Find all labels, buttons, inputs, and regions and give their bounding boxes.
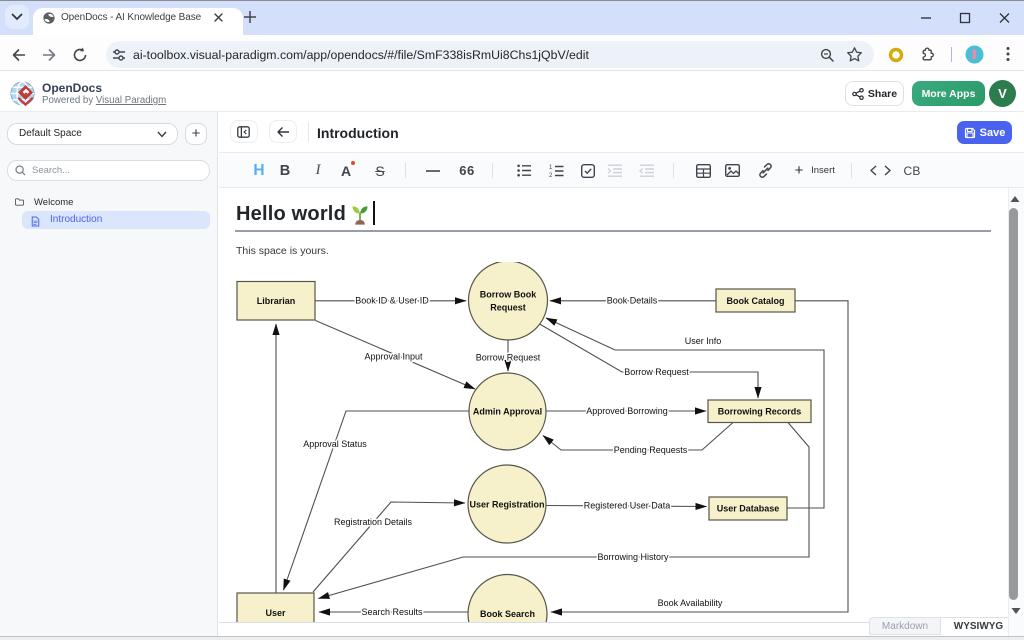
- svg-text:Librarian: Librarian: [257, 296, 296, 306]
- svg-text:User Database: User Database: [717, 504, 780, 514]
- svg-text:Borrowing Records: Borrowing Records: [718, 407, 802, 417]
- svg-text:2: 2: [549, 173, 553, 178]
- svg-text:Registered User Data: Registered User Data: [584, 501, 671, 511]
- svg-text:Book Availability: Book Availability: [658, 598, 723, 608]
- svg-text:Borrow Request: Borrow Request: [624, 367, 689, 377]
- svg-text:Approval Status: Approval Status: [303, 439, 367, 449]
- svg-text:Approved Borrowing: Approved Borrowing: [586, 406, 668, 416]
- svg-text:Book Search: Book Search: [480, 609, 535, 619]
- svg-text:Registration Details: Registration Details: [334, 517, 413, 527]
- svg-text:Borrow Book: Borrow Book: [480, 290, 537, 300]
- svg-text:Approval Input: Approval Input: [364, 352, 423, 362]
- svg-text:Borrow Request: Borrow Request: [476, 353, 541, 363]
- svg-text:Admin Approval: Admin Approval: [473, 407, 542, 417]
- svg-text:Search Results: Search Results: [361, 607, 423, 617]
- svg-text:Request: Request: [490, 303, 526, 313]
- svg-text:Book Catalog: Book Catalog: [726, 296, 784, 306]
- svg-text:Book ID & User ID: Book ID & User ID: [355, 296, 429, 306]
- svg-text:1: 1: [549, 165, 553, 171]
- svg-text:User Info: User Info: [685, 336, 722, 346]
- svg-text:Book Details: Book Details: [607, 296, 658, 306]
- svg-text:Borrowing History: Borrowing History: [597, 552, 669, 562]
- svg-text:User: User: [265, 608, 286, 618]
- svg-text:User Registration: User Registration: [469, 500, 544, 510]
- svg-text:Pending Requests: Pending Requests: [614, 445, 688, 455]
